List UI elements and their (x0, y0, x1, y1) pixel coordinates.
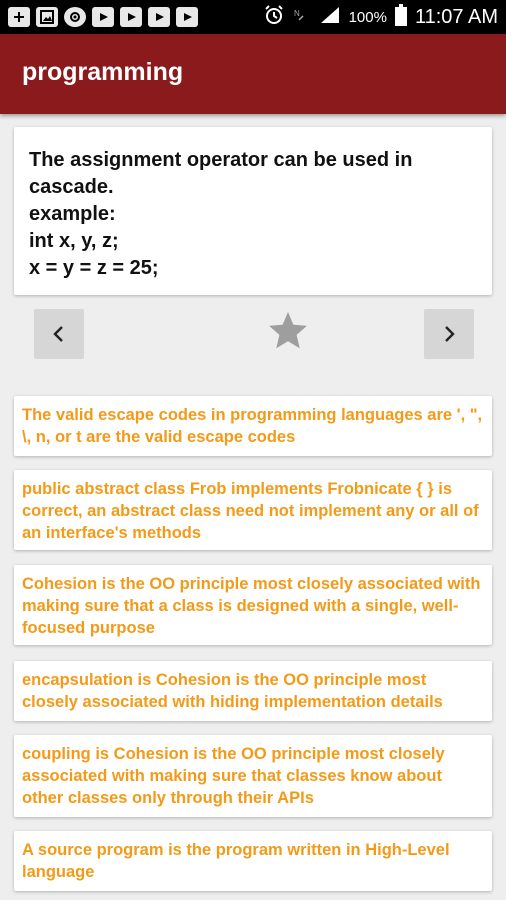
app-bar: programming (0, 34, 506, 114)
question-card: The assignment operator can be used in c… (14, 127, 492, 295)
app-title: programming (22, 58, 184, 86)
list-item[interactable]: public abstract class Frob implements Fr… (14, 470, 492, 550)
question-text: The assignment operator can be used in c… (29, 147, 479, 282)
list-item[interactable]: Cohesion is the OO principle most closel… (14, 565, 492, 645)
star-icon (269, 312, 307, 349)
question-line: The assignment operator can be used in (29, 149, 413, 171)
youtube-icon (120, 7, 142, 27)
question-line: int x, y, z; (29, 230, 119, 252)
favorite-button[interactable] (266, 309, 310, 353)
question-line: example: (29, 203, 116, 225)
chevron-left-icon (53, 326, 63, 342)
list-item[interactable]: coupling is Cohesion is the OO principle… (14, 735, 492, 817)
question-line: cascade. (29, 176, 114, 198)
nfc-icon: N (293, 6, 311, 29)
battery-percent: 100% (348, 8, 387, 26)
system-icons: N 100% 11:07 AM (263, 3, 498, 31)
list-item-text: Cohesion is the OO principle most closel… (22, 575, 481, 637)
list-item-text: The valid escape codes in programming la… (22, 406, 483, 446)
notification-icons (8, 6, 198, 28)
list-item[interactable]: The valid escape codes in programming la… (14, 396, 492, 456)
signal-icon (319, 5, 341, 30)
list-item[interactable]: A source program is the program written … (14, 831, 492, 891)
youtube-icon (148, 7, 170, 27)
list-item-text: encapsulation is Cohesion is the OO prin… (22, 671, 443, 711)
previous-button[interactable] (34, 309, 84, 359)
question-line: x = y = z = 25; (29, 257, 159, 279)
list-item-text: coupling is Cohesion is the OO principle… (22, 745, 445, 807)
image-icon (36, 7, 58, 27)
svg-text:N: N (294, 9, 300, 18)
add-box-icon (8, 7, 30, 27)
list-item[interactable]: encapsulation is Cohesion is the OO prin… (14, 661, 492, 721)
list-item-text: public abstract class Frob implements Fr… (22, 480, 479, 542)
youtube-icon (176, 7, 198, 27)
battery-icon (394, 3, 407, 31)
next-button[interactable] (424, 309, 474, 359)
alarm-icon (263, 4, 285, 31)
list-item-text: A source program is the program written … (22, 841, 450, 881)
youtube-icon (92, 7, 114, 27)
settings-badge-icon (64, 7, 86, 27)
status-bar: N 100% 11:07 AM (0, 0, 506, 34)
chevron-right-icon (445, 326, 455, 342)
clock: 11:07 AM (414, 5, 498, 28)
